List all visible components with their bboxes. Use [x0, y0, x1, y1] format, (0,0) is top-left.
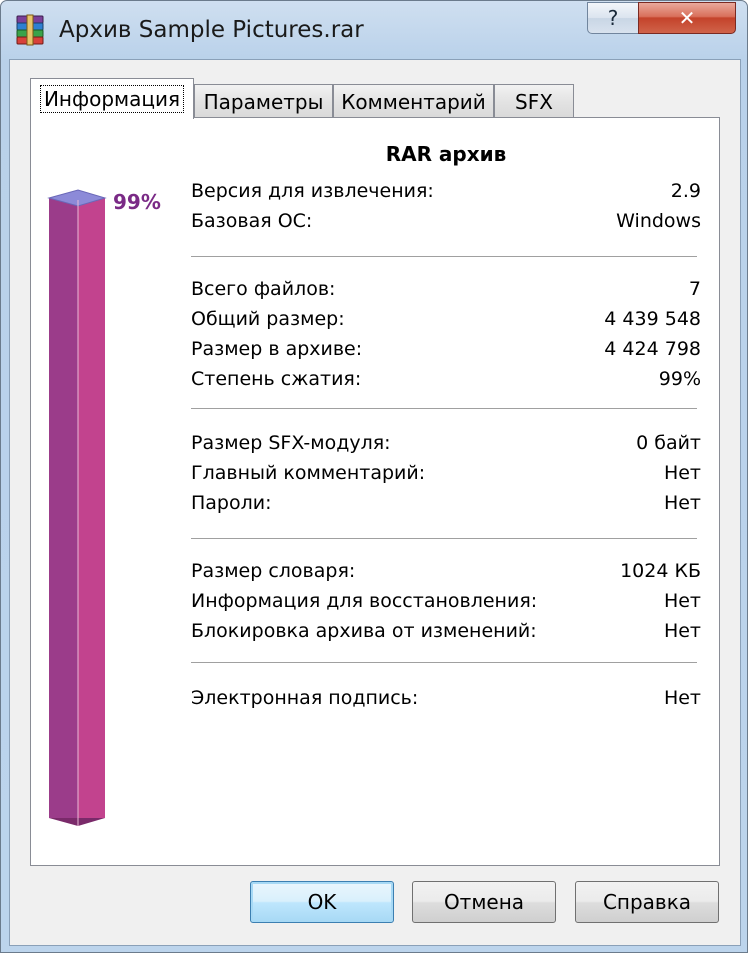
ok-button[interactable]: OK	[250, 881, 394, 923]
property-value: 4 439 548	[604, 308, 701, 330]
question-mark-icon: ?	[607, 6, 619, 30]
tab-information[interactable]: Информация	[30, 78, 194, 119]
compression-bar-bottom-face	[49, 818, 105, 826]
information-panel: 99% RAR архив Версия для извлечения: 2.9…	[30, 117, 720, 866]
separator	[191, 256, 697, 258]
compression-bar-side-face	[78, 198, 105, 818]
property-label: Версия для извлечения:	[191, 180, 434, 202]
property-label: Информация для восстановления:	[191, 590, 538, 612]
property-row: Размер SFX-модуля: 0 байт	[191, 432, 701, 460]
property-row: Информация для восстановления: Нет	[191, 590, 701, 618]
tab-parameters[interactable]: Параметры	[194, 84, 333, 118]
tab-comment[interactable]: Комментарий	[333, 84, 494, 118]
property-row: Версия для извлечения: 2.9	[191, 180, 701, 208]
property-label: Размер SFX-модуля:	[191, 432, 391, 454]
property-value: Нет	[663, 492, 701, 514]
property-value: Нет	[663, 687, 701, 709]
property-row: Степень сжатия: 99%	[191, 368, 701, 396]
archive-info-dialog: Архив Sample Pictures.rar ? ✕ Информация…	[0, 0, 748, 953]
property-value: 0 байт	[636, 432, 701, 454]
property-row: Размер словаря: 1024 КБ	[191, 560, 701, 588]
property-value: 2.9	[670, 180, 701, 202]
help-button[interactable]: Справка	[575, 881, 719, 923]
property-value: 4 424 798	[604, 338, 701, 360]
tab-sfx[interactable]: SFX	[494, 84, 574, 118]
tab-strip: Информация Параметры Комментарий SFX	[30, 78, 730, 119]
property-row: Электронная подпись: Нет	[191, 687, 701, 715]
property-label: Размер в архиве:	[191, 338, 363, 360]
separator	[191, 662, 697, 664]
property-row: Блокировка архива от изменений: Нет	[191, 620, 701, 648]
property-label: Пароли:	[191, 492, 272, 514]
property-value: Нет	[663, 462, 701, 484]
cancel-button[interactable]: Отмена	[412, 881, 556, 923]
compression-bar-front-face	[49, 198, 78, 818]
property-value: Нет	[663, 620, 701, 642]
property-label: Степень сжатия:	[191, 368, 362, 390]
title-bar[interactable]: Архив Sample Pictures.rar ? ✕	[1, 1, 747, 59]
property-value: 99%	[658, 368, 701, 390]
property-label: Размер словаря:	[191, 560, 356, 582]
property-value: Windows	[616, 210, 701, 232]
archive-type-heading: RAR архив	[385, 142, 507, 166]
property-row: Пароли: Нет	[191, 492, 701, 520]
property-label: Общий размер:	[191, 308, 345, 330]
compression-percent-label: 99%	[113, 190, 161, 214]
property-row: Размер в архиве: 4 424 798	[191, 338, 701, 366]
help-title-button[interactable]: ?	[587, 2, 639, 34]
winrar-app-icon	[16, 14, 44, 46]
compression-ratio-bar	[47, 189, 107, 826]
property-label: Электронная подпись:	[191, 687, 419, 709]
close-icon: ✕	[678, 6, 696, 30]
property-row: Всего файлов: 7	[191, 278, 701, 306]
property-value: 7	[688, 278, 701, 300]
tab-information-label: Информация	[39, 85, 185, 113]
property-value: 1024 КБ	[620, 560, 701, 582]
property-label: Всего файлов:	[191, 278, 336, 300]
separator	[191, 538, 697, 540]
window-title: Архив Sample Pictures.rar	[59, 17, 364, 43]
property-value: Нет	[663, 590, 701, 612]
property-label: Блокировка архива от изменений:	[191, 620, 537, 642]
tab-comment-label: Комментарий	[341, 89, 486, 114]
tab-sfx-label: SFX	[515, 89, 553, 114]
close-button[interactable]: ✕	[638, 2, 736, 34]
property-label: Базовая ОС:	[191, 210, 313, 232]
property-row: Общий размер: 4 439 548	[191, 308, 701, 336]
property-row: Главный комментарий: Нет	[191, 462, 701, 490]
separator	[191, 408, 697, 410]
tab-parameters-label: Параметры	[203, 89, 324, 114]
property-row: Базовая ОС: Windows	[191, 210, 701, 238]
property-label: Главный комментарий:	[191, 462, 426, 484]
dialog-body: Информация Параметры Комментарий SFX 99%	[9, 59, 741, 946]
